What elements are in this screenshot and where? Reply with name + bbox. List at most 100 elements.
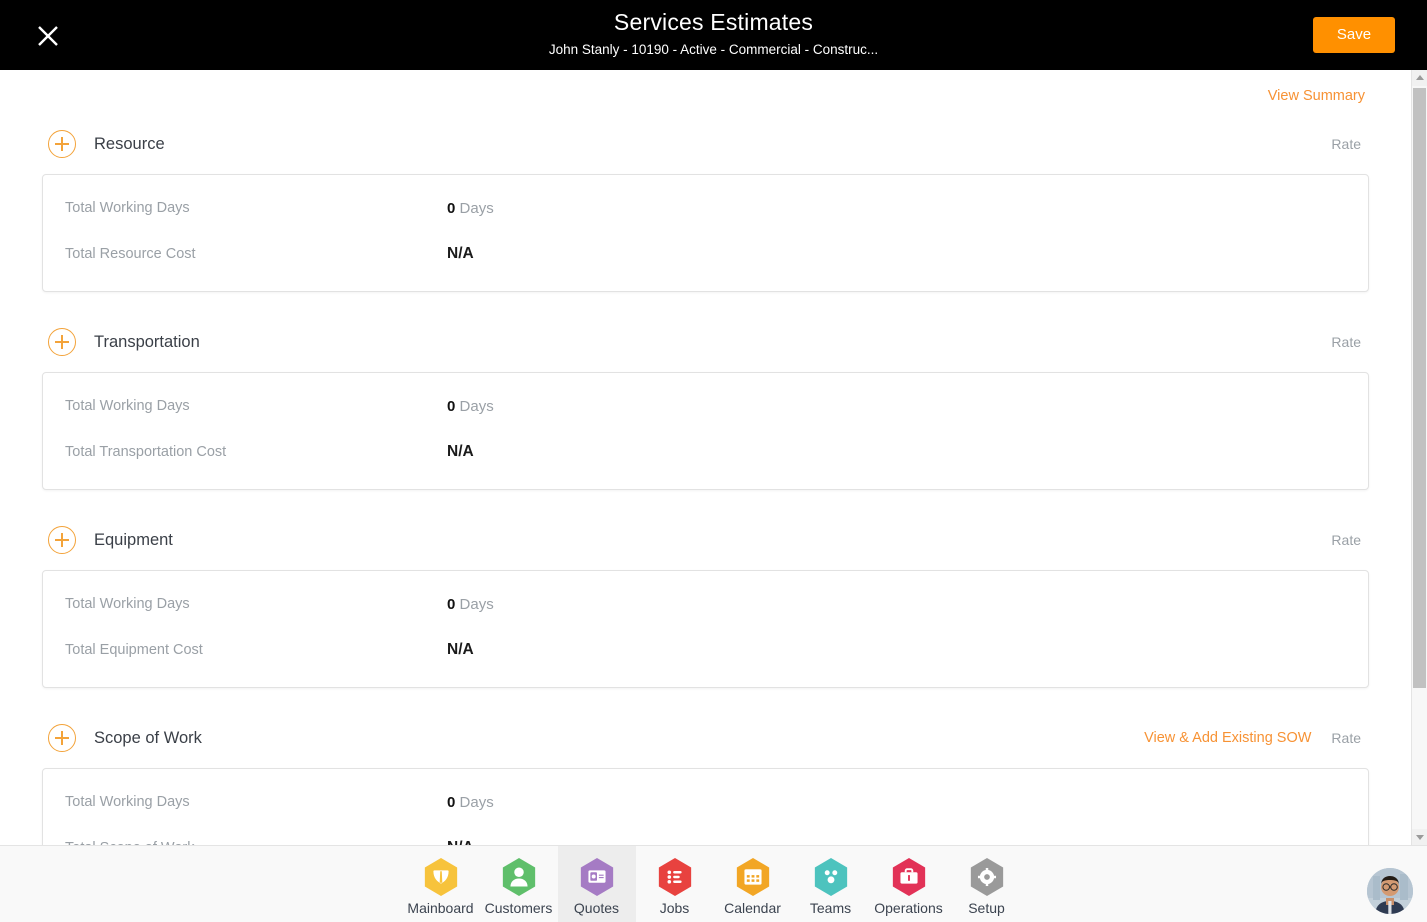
nav-item-setup[interactable]: Setup bbox=[948, 846, 1026, 922]
summary-row-value: 0 Days bbox=[447, 596, 494, 613]
plus-circle-icon[interactable] bbox=[48, 328, 76, 356]
summary-row-number: 0 bbox=[447, 793, 456, 811]
summary-row: Total Working Days 0 Days bbox=[43, 383, 1368, 429]
plus-circle-icon[interactable] bbox=[48, 526, 76, 554]
page-title: Services Estimates bbox=[613, 9, 814, 35]
page-subtitle: John Stanly - 10190 - Active - Commercia… bbox=[548, 42, 879, 57]
summary-row: Total Transportation Cost N/A bbox=[43, 429, 1368, 475]
section-header-actions: Rate bbox=[1331, 334, 1369, 350]
summary-row: Total Working Days 0 Days bbox=[43, 779, 1368, 825]
nav-item-label: Mainboard bbox=[407, 900, 474, 916]
summary-row: View Summary bbox=[42, 70, 1369, 122]
section-transportation: Transportation Rate Total Working Days 0 Da… bbox=[42, 320, 1369, 490]
rate-label[interactable]: Rate bbox=[1331, 136, 1361, 152]
nav-item-label: Teams bbox=[809, 900, 852, 916]
summary-row: Total Resource Cost N/A bbox=[43, 231, 1368, 277]
summary-row-label: Total Working Days bbox=[65, 200, 190, 216]
nav-item-mainboard[interactable]: Mainboard bbox=[402, 846, 480, 922]
summary-row-label: Total Transportation Cost bbox=[65, 444, 227, 460]
section-header-actions: Rate bbox=[1331, 136, 1369, 152]
plus-circle-icon[interactable] bbox=[48, 724, 76, 752]
section-header: Scope of Work View & Add Existing SOW Rate bbox=[42, 716, 1369, 760]
summary-row: Total Scope of WorkN/A bbox=[43, 825, 1368, 845]
bottom-navigation-bar: Mainboard Customers Quotes Jobs Calendar Team… bbox=[0, 845, 1427, 922]
section-title: Equipment bbox=[94, 530, 173, 549]
scroll-content-area: View Summary Resource Rate Total Working D… bbox=[0, 70, 1411, 845]
chevron-up-icon[interactable] bbox=[1412, 70, 1427, 86]
calendar-icon bbox=[734, 857, 772, 897]
nav-item-label: Calendar bbox=[724, 900, 781, 916]
summary-row: Total Working Days 0 Days bbox=[43, 581, 1368, 627]
nav-item-label: Operations bbox=[874, 900, 943, 916]
section-title: Scope of Work bbox=[94, 728, 202, 747]
save-button[interactable]: Save bbox=[1313, 17, 1395, 53]
content-inner: View Summary Resource Rate Total Working D… bbox=[0, 70, 1411, 845]
customers-icon bbox=[500, 857, 538, 897]
summary-row-label: Total Equipment Cost bbox=[65, 642, 203, 658]
section-summary-card: Total Working Days 0 Days Total Scope of W… bbox=[42, 768, 1369, 845]
summary-row-value: N/A bbox=[447, 641, 474, 658]
section-header-actions: View & Add Existing SOW Rate bbox=[1144, 730, 1369, 746]
summary-row-label: Total Resource Cost bbox=[65, 246, 196, 262]
summary-row-value: N/A bbox=[447, 245, 474, 262]
app-root: Services Estimates John Stanly - 10190 -… bbox=[0, 0, 1427, 922]
section-summary-card: Total Working Days 0 Days Total Equipment … bbox=[42, 570, 1369, 688]
sections-container: Resource Rate Total Working Days 0 Days Tota… bbox=[42, 122, 1369, 845]
nav-item-label: Quotes bbox=[573, 900, 620, 916]
view-summary-link[interactable]: View Summary bbox=[1268, 88, 1365, 104]
jobs-icon bbox=[656, 857, 694, 897]
section-title: Resource bbox=[94, 134, 165, 153]
section-equipment: Equipment Rate Total Working Days 0 Days Tot… bbox=[42, 518, 1369, 688]
section-resource: Resource Rate Total Working Days 0 Days Tota… bbox=[42, 122, 1369, 292]
teams-icon bbox=[812, 857, 850, 897]
operations-icon bbox=[890, 857, 928, 897]
header-title-block: Services Estimates John Stanly - 10190 -… bbox=[0, 7, 1427, 60]
summary-row: Total Equipment Cost N/A bbox=[43, 627, 1368, 673]
nav-item-label: Customers bbox=[484, 900, 553, 916]
summary-row-value: 0 Days bbox=[447, 794, 494, 811]
vertical-scrollbar[interactable] bbox=[1411, 70, 1427, 845]
view-add-existing-sow-link[interactable]: View & Add Existing SOW bbox=[1144, 730, 1311, 746]
nav-item-jobs[interactable]: Jobs bbox=[636, 846, 714, 922]
nav-item-calendar[interactable]: Calendar bbox=[714, 846, 792, 922]
summary-row-label: Total Working Days bbox=[65, 794, 190, 810]
summary-row-unit: Days bbox=[459, 397, 494, 415]
quotes-icon bbox=[578, 857, 616, 897]
nav-item-label: Jobs bbox=[659, 900, 690, 916]
plus-circle-icon[interactable] bbox=[48, 130, 76, 158]
summary-row-number: 0 bbox=[447, 199, 456, 217]
scrollbar-thumb[interactable] bbox=[1413, 88, 1426, 688]
summary-row-unit: Days bbox=[459, 199, 494, 217]
summary-row-number: 0 bbox=[447, 397, 456, 415]
summary-row-value: 0 Days bbox=[447, 398, 494, 415]
chevron-down-icon[interactable] bbox=[1412, 829, 1427, 845]
summary-row-number: 0 bbox=[447, 595, 456, 613]
section-summary-card: Total Working Days 0 Days Total Resource C… bbox=[42, 174, 1369, 292]
rate-label[interactable]: Rate bbox=[1331, 334, 1361, 350]
top-header-bar: Services Estimates John Stanly - 10190 -… bbox=[0, 0, 1427, 70]
close-icon[interactable] bbox=[30, 18, 66, 54]
summary-row-unit: Days bbox=[459, 793, 494, 811]
nav-item-operations[interactable]: Operations bbox=[870, 846, 948, 922]
rate-label[interactable]: Rate bbox=[1331, 730, 1361, 746]
mainboard-icon bbox=[422, 857, 460, 897]
section-summary-card: Total Working Days 0 Days Total Transporta… bbox=[42, 372, 1369, 490]
nav-item-teams[interactable]: Teams bbox=[792, 846, 870, 922]
setup-icon bbox=[968, 857, 1006, 897]
bottom-nav-items: Mainboard Customers Quotes Jobs Calendar Team… bbox=[0, 846, 1427, 922]
nav-item-customers[interactable]: Customers bbox=[480, 846, 558, 922]
nav-item-label: Setup bbox=[968, 900, 1005, 916]
summary-row: Total Working Days 0 Days bbox=[43, 185, 1368, 231]
section-header: Transportation Rate bbox=[42, 320, 1369, 364]
summary-row-label: Total Working Days bbox=[65, 596, 190, 612]
summary-row-label: Total Working Days bbox=[65, 398, 190, 414]
section-title: Transportation bbox=[94, 332, 200, 351]
nav-item-quotes[interactable]: Quotes bbox=[557, 846, 636, 922]
avatar[interactable] bbox=[1367, 868, 1413, 914]
section-scope-of-work: Scope of Work View & Add Existing SOW Rate… bbox=[42, 716, 1369, 845]
section-header: Resource Rate bbox=[42, 122, 1369, 166]
summary-row-value: N/A bbox=[447, 443, 474, 460]
summary-row-value: 0 Days bbox=[447, 200, 494, 217]
section-header-actions: Rate bbox=[1331, 532, 1369, 548]
rate-label[interactable]: Rate bbox=[1331, 532, 1361, 548]
